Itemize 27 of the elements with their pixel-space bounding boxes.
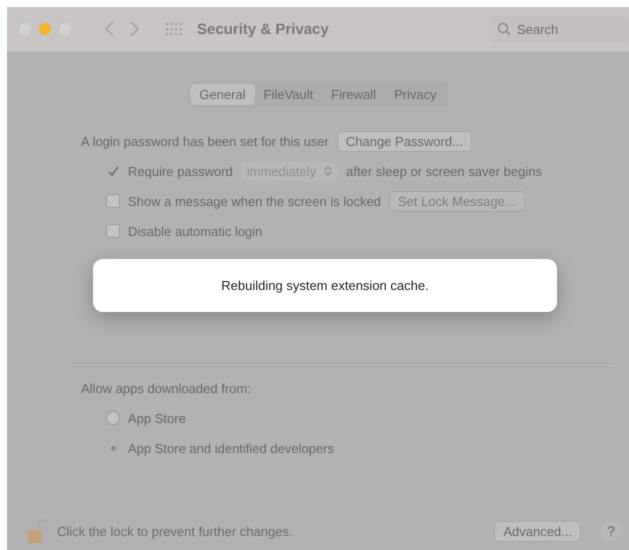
tab[interactable]: Firewall: [322, 84, 386, 105]
tab[interactable]: FileVault: [254, 84, 322, 105]
tab[interactable]: Privacy: [385, 84, 446, 105]
allow-heading: Allow apps downloaded from:: [81, 380, 251, 396]
checkbox-label: Disable automatic login: [128, 224, 262, 238]
checkbox-label: Require password: [128, 164, 233, 178]
radio-label: App Store: [128, 410, 186, 426]
checkbox[interactable]: [106, 164, 120, 178]
search-icon: [497, 22, 511, 36]
stepper-icon: [324, 165, 332, 177]
change-password-button[interactable]: Change Password...: [336, 130, 472, 152]
login-text: A login password has been set for this user: [81, 134, 329, 148]
search-field[interactable]: Search: [489, 16, 629, 42]
padlock-icon[interactable]: [27, 518, 47, 544]
radio-label: App Store and identified developers: [128, 440, 334, 456]
checkbox-label: Show a message when the screen is locked: [128, 194, 381, 208]
lock-hint: Click the lock to prevent further changes.: [57, 524, 293, 538]
help-button[interactable]: ?: [601, 521, 621, 541]
grid-icon[interactable]: [165, 22, 183, 36]
window-title: Security & Privacy: [197, 20, 329, 38]
option-suffix: after sleep or screen saver begins: [346, 164, 542, 178]
advanced-button[interactable]: Advanced...: [494, 520, 581, 542]
minimize-button[interactable]: [39, 23, 51, 35]
checkbox[interactable]: [106, 224, 120, 238]
radio-button[interactable]: [106, 411, 120, 425]
alert-message: Rebuilding system extension cache.: [221, 278, 429, 293]
tab[interactable]: General: [190, 84, 255, 105]
